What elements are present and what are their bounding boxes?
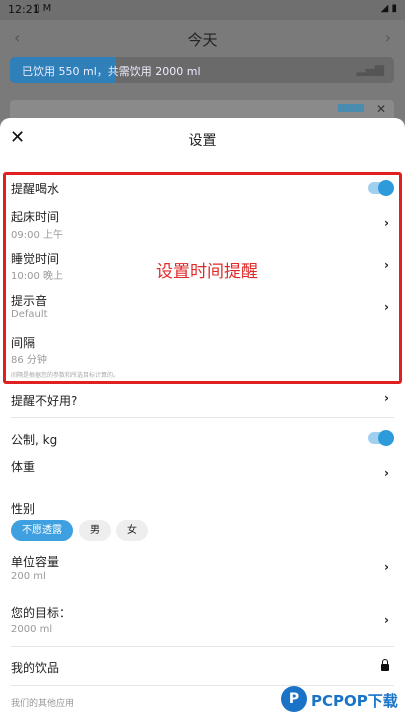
signal-battery-icons: ◢ ▮ <box>380 3 397 14</box>
bar-chart-icon: ▂▄▆ <box>356 62 384 76</box>
gender-label: 性别 <box>11 502 36 516</box>
goal-label: 您的目标： <box>11 606 72 620</box>
card-illustration <box>338 104 364 112</box>
setting-gender: 性别 <box>0 497 405 517</box>
watermark-text: PCPOP下载 <box>311 692 398 710</box>
background-header: ‹ 今天 › <box>0 26 405 50</box>
card-close-icon: ✕ <box>375 102 386 116</box>
sheet-header: ✕ 设置 <box>0 118 405 158</box>
divider <box>11 646 394 647</box>
setting-weight[interactable]: 体重 › <box>0 455 405 487</box>
drinks-label: 我的饮品 <box>11 661 60 675</box>
goal-value: 2000 ml <box>11 624 53 635</box>
background-app: ‹ 今天 › 已饮用 550 ml，共需饮用 2000 ml ▂▄▆ ✕ <box>0 20 405 122</box>
weight-label: 体重 <box>11 460 36 474</box>
gender-option-undisclosed[interactable]: 不愿透露 <box>11 520 73 541</box>
setting-my-drinks[interactable]: 我的饮品 <box>0 657 405 677</box>
gender-option-female[interactable]: 女 <box>116 520 148 541</box>
sheet-title: 设置 <box>188 133 217 149</box>
unit-volume-value: 200 ml <box>11 571 46 582</box>
setting-metric[interactable]: 公制, kg <box>0 428 405 448</box>
other-apps-label: 我们的其他应用 <box>11 699 75 709</box>
chevron-right-icon: › <box>384 560 389 574</box>
background-title: 今天 <box>187 31 218 49</box>
metric-label: 公制, kg <box>11 433 58 447</box>
setting-not-working[interactable]: 提醒不好用? › <box>0 389 405 411</box>
water-progress-bar: 已饮用 550 ml，共需饮用 2000 ml ▂▄▆ <box>10 57 394 83</box>
unit-volume-label: 单位容量 <box>11 555 60 569</box>
divider <box>11 417 394 418</box>
chevron-right-icon: › <box>384 391 389 405</box>
lock-icon <box>381 659 389 671</box>
setting-goal[interactable]: 您的目标： 2000 ml › <box>0 604 405 640</box>
setting-unit-volume[interactable]: 单位容量 200 ml › <box>0 550 405 586</box>
watermark-logo-icon: P <box>281 686 307 712</box>
progress-text: 已饮用 550 ml，共需饮用 2000 ml <box>22 65 201 78</box>
gender-option-male[interactable]: 男 <box>79 520 111 541</box>
chevron-right-icon: › <box>384 466 389 480</box>
next-day-icon: › <box>384 28 391 47</box>
toggle-knob <box>378 430 394 446</box>
notification-icons: ▯ M <box>34 3 52 14</box>
annotation-text: 设置时间提醒 <box>156 262 258 282</box>
not-working-label: 提醒不好用? <box>11 394 78 408</box>
status-bar: 12:21 ▯ M ◢ ▮ <box>0 0 405 20</box>
watermark: P PCPOP下载 <box>281 684 405 720</box>
chevron-right-icon: › <box>384 613 389 627</box>
metric-toggle[interactable] <box>368 430 394 446</box>
